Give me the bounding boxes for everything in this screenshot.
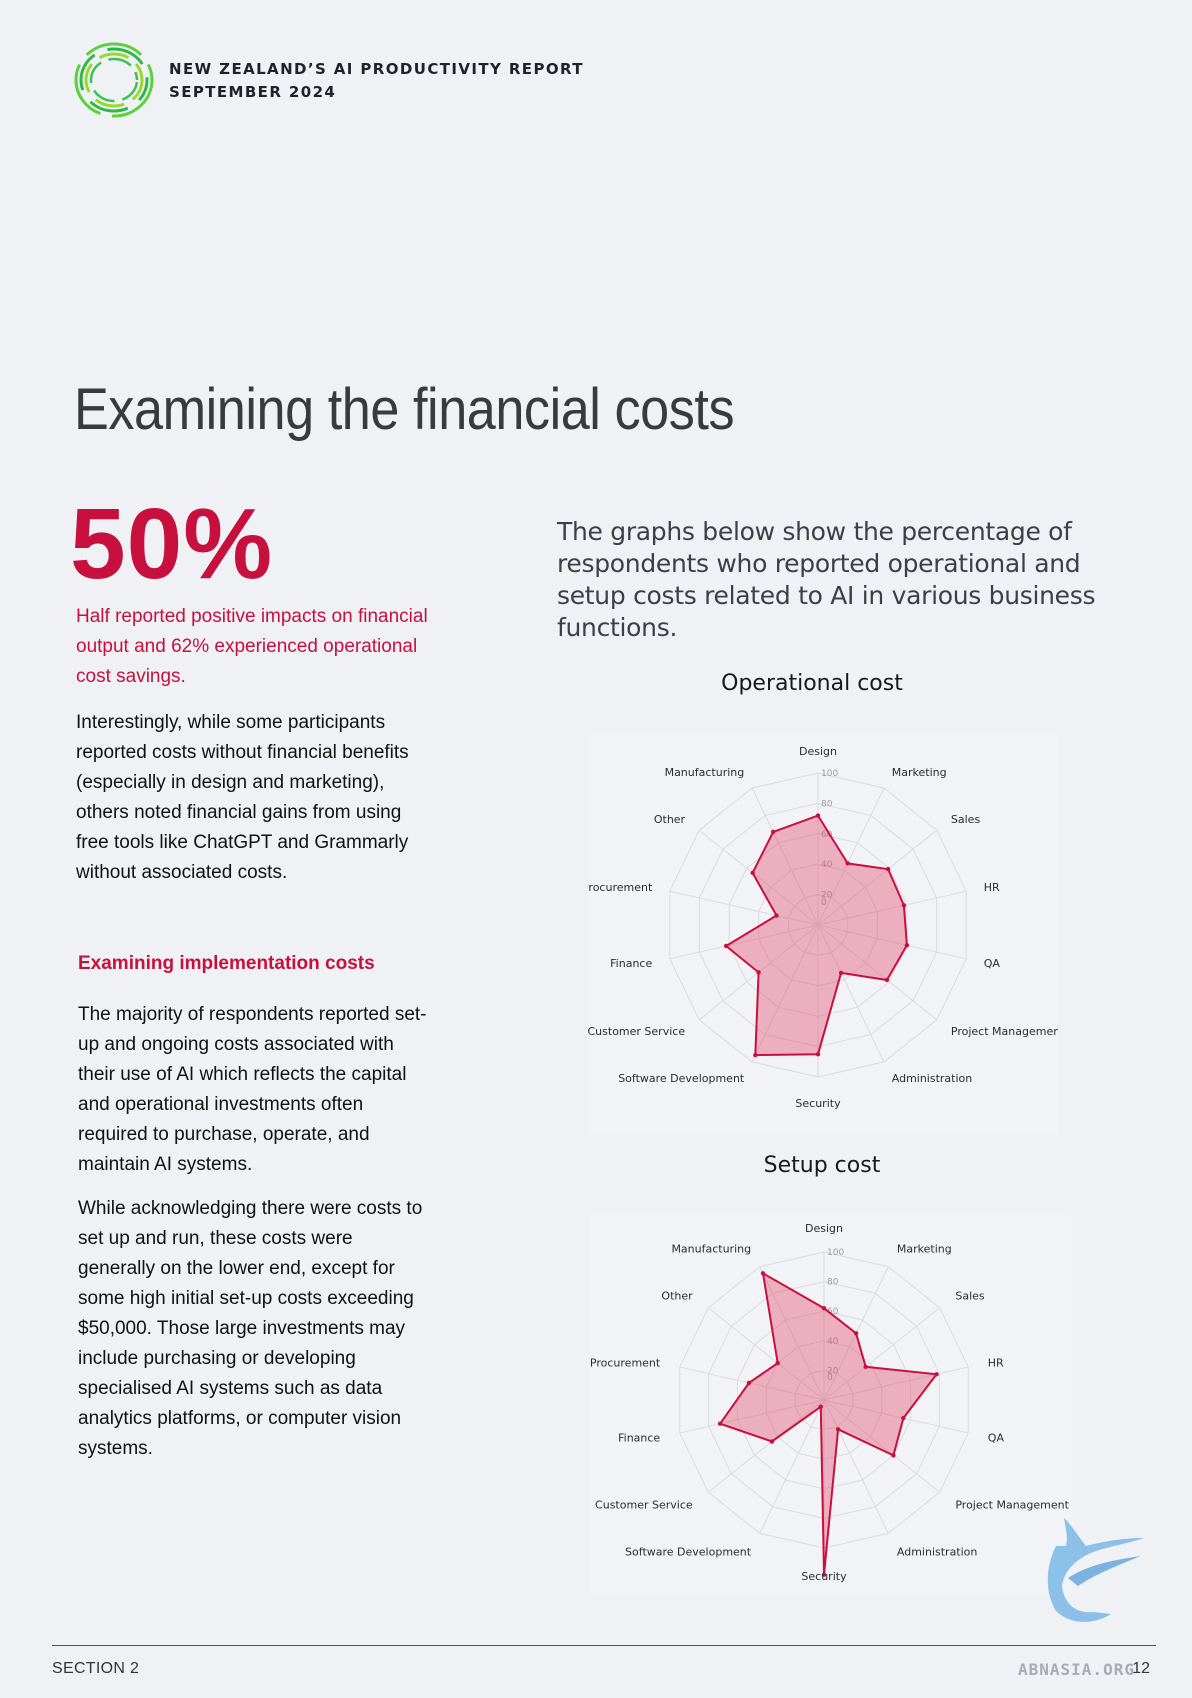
category-label: Marketing [897,1243,952,1256]
data-point [774,913,779,918]
category-label: HR [988,1357,1004,1370]
category-label: Software Development [618,1072,745,1085]
category-label: Security [795,1097,841,1110]
data-point [756,970,761,975]
chart-title-setup: Setup cost [763,1153,881,1178]
data-point [901,1415,906,1421]
charts-intro: The graphs below show the percentage of … [557,517,1096,642]
data-point [775,1360,780,1366]
category-label: Administration [897,1545,978,1558]
data-point [904,943,910,948]
category-label: Manufacturing [665,766,745,779]
category-label: Marketing [892,766,947,779]
data-point [770,829,776,835]
footer-section: SECTION 2 [52,1660,140,1677]
section-subheading: Examining implementation costs [78,953,375,974]
category-label: HR [984,881,1000,894]
data-point [815,1052,821,1057]
body-paragraph-1: Interestingly, while some participants r… [76,712,409,883]
watermark-bird-icon [1047,1518,1144,1622]
category-label: Manufacturing [671,1243,751,1256]
radar-chart-operational: 020406080100DesignMarketingSalesHRQAProj… [588,735,1058,1135]
data-point [815,813,821,818]
category-label: Software Development [625,1545,752,1558]
category-label: Procurement [588,881,653,894]
category-label: Project Management [951,1025,1058,1038]
data-point [884,977,890,983]
page-title: Examining the financial costs [74,377,735,442]
data-point [750,870,755,876]
tick-label: 80 [821,799,833,809]
tick-label: 100 [821,769,838,779]
radar-chart-setup: 020406080100DesignMarketingSalesHRQAProj… [590,1215,1072,1595]
data-point [891,1453,896,1458]
category-label: Customer Service [588,1025,685,1038]
category-label: Administration [892,1072,973,1085]
category-label: Security [801,1570,847,1583]
data-point [845,861,850,866]
data-point [717,1421,723,1426]
data-point [835,1427,841,1432]
category-label: Design [805,1222,843,1235]
category-label: QA [988,1431,1005,1444]
category-label: QA [984,957,1001,970]
data-point [769,1439,775,1444]
report-title: NEW ZEALAND’S AI PRODUCTIVITY REPORT [169,60,584,78]
body-paragraph-3: While acknowledging there were costs to … [78,1198,423,1459]
category-label: Other [654,813,686,826]
data-point [821,1306,827,1311]
report-header: NEW ZEALAND’S AI PRODUCTIVITY REPORT SEP… [169,58,584,104]
logo-icon [74,42,154,118]
chart-title-operational: Operational cost [721,671,903,696]
data-point [934,1372,939,1377]
data-point [760,1271,766,1276]
footer-divider [52,1645,1156,1646]
watermark-text: ABNASIA.ORG [1018,1660,1135,1679]
body-paragraph-2: The majority of respondents reported set… [78,1004,427,1175]
category-label: Sales [955,1289,985,1302]
category-label: Design [799,745,837,758]
category-label: Procurement [590,1357,661,1370]
category-label: Other [661,1289,693,1302]
data-point [863,1364,868,1369]
category-label: Sales [951,813,981,826]
highlight-caption: Half reported positive impacts on financ… [76,606,428,687]
tick-label: 100 [827,1248,844,1258]
data-point [885,866,891,872]
highlight-stat: 50% [70,488,274,600]
category-label: Project Management [955,1499,1069,1512]
report-date: SEPTEMBER 2024 [169,83,337,101]
data-point [901,903,907,908]
data-point [818,1404,823,1409]
data-point [753,1052,758,1058]
category-label: Customer Service [595,1499,693,1512]
tick-label: 80 [827,1278,839,1288]
data-point [838,970,844,976]
category-label: Finance [610,957,652,970]
data-point [723,943,729,949]
category-label: Finance [618,1431,660,1444]
data-point [853,1331,859,1336]
data-point [746,1380,752,1386]
